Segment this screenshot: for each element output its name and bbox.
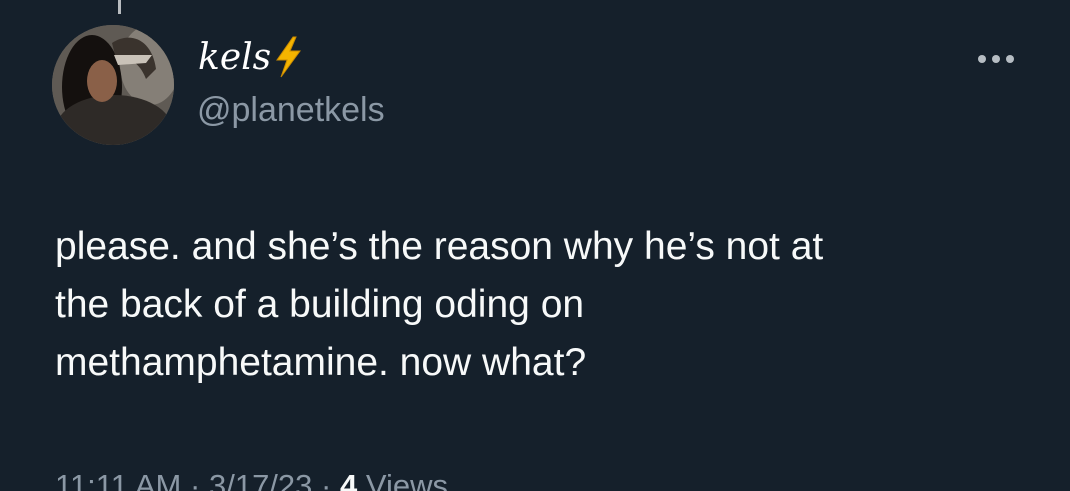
tweet-date[interactable]: 3/17/23 (209, 468, 312, 491)
tweet-text-line: methamphetamine. now what? (55, 341, 587, 384)
more-dots-icon (978, 55, 1014, 63)
views-count: 4 (339, 468, 358, 491)
tweet-text-line: the back of a building oding on (55, 283, 585, 326)
tweet-meta: 11:11 AM · 3/17/23 · 4 Views (55, 466, 448, 491)
avatar[interactable] (52, 25, 174, 145)
tweet-text-line: please. and she’s the reason why he’s no… (55, 225, 824, 268)
more-options-button[interactable] (970, 44, 1022, 74)
tweet-text: please. and she’s the reason why he’s no… (55, 218, 1035, 392)
views-label: Views (365, 468, 448, 491)
display-name[interactable]: kels (198, 36, 271, 80)
tweet-time[interactable]: 11:11 AM (55, 468, 181, 491)
thread-connector-line (118, 0, 121, 14)
user-handle[interactable]: @planetkels (197, 88, 385, 132)
avatar-photo (52, 25, 174, 145)
lightning-bolt-icon (276, 36, 301, 78)
meta-separator: · (321, 468, 332, 491)
meta-separator: · (190, 468, 201, 491)
